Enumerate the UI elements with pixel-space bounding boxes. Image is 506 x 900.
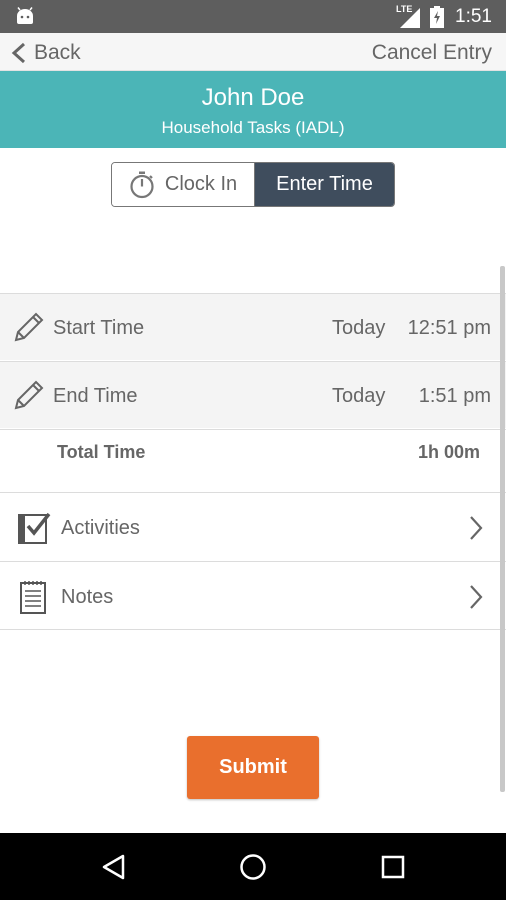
pencil-icon — [14, 380, 44, 410]
back-button[interactable]: Back — [10, 39, 81, 67]
back-button-label: Back — [34, 41, 81, 64]
pencil-icon — [14, 312, 44, 342]
start-day-value: Today — [332, 317, 386, 339]
client-name: John Doe — [201, 84, 305, 111]
checklist-icon — [18, 512, 51, 544]
end-time-value: 1:51 pm — [418, 385, 491, 407]
status-clock: 1:51 — [455, 6, 492, 27]
start-time-value: 12:51 pm — [407, 317, 491, 339]
start-time-label: Start Time — [53, 317, 145, 339]
start-time-row[interactable]: Start Time Today 12:51 pm — [0, 293, 506, 360]
android-icon — [17, 7, 33, 24]
end-day-value: Today — [332, 385, 386, 407]
back-triangle-icon[interactable] — [99, 852, 129, 882]
task-name: Household Tasks (IADL) — [161, 118, 345, 137]
total-time-value: 1h 00m — [417, 442, 480, 462]
recents-square-icon[interactable] — [378, 852, 408, 882]
divider — [0, 629, 506, 630]
chevron-right-icon — [470, 585, 483, 609]
stopwatch-icon — [130, 171, 154, 198]
end-time-row[interactable]: End Time Today 1:51 pm — [0, 361, 506, 428]
notes-label: Notes — [61, 586, 114, 608]
clock-in-tab[interactable]: Clock In — [112, 163, 254, 206]
scrollbar[interactable] — [500, 266, 505, 792]
clock-in-label: Clock In — [164, 173, 238, 195]
notes-icon — [20, 581, 46, 614]
total-time-row: Total Time 1h 00m — [0, 429, 506, 493]
activities-label: Activities — [61, 517, 140, 539]
submit-button[interactable]: Submit — [187, 736, 319, 799]
client-header: John Doe Household Tasks (IADL) — [0, 71, 506, 148]
enter-time-label: Enter Time — [276, 173, 373, 195]
chevron-right-icon — [470, 516, 483, 540]
status-bar: LTE 1:51 — [0, 0, 506, 33]
activities-row[interactable]: Activities — [0, 492, 506, 561]
enter-time-tab[interactable]: Enter Time — [254, 163, 394, 206]
top-nav-bar: Back Cancel Entry — [0, 33, 506, 71]
notes-row[interactable]: Notes — [0, 561, 506, 630]
cancel-entry-button[interactable]: Cancel Entry — [372, 41, 492, 65]
battery-icon — [430, 6, 444, 28]
home-circle-icon[interactable] — [238, 852, 268, 882]
mode-toggle: Clock In Enter Time — [111, 162, 395, 207]
signal-icon — [400, 8, 420, 28]
end-time-label: End Time — [53, 385, 138, 407]
system-nav-bar — [0, 833, 506, 900]
total-time-label: Total Time — [57, 442, 146, 462]
chevron-left-icon — [11, 42, 26, 64]
